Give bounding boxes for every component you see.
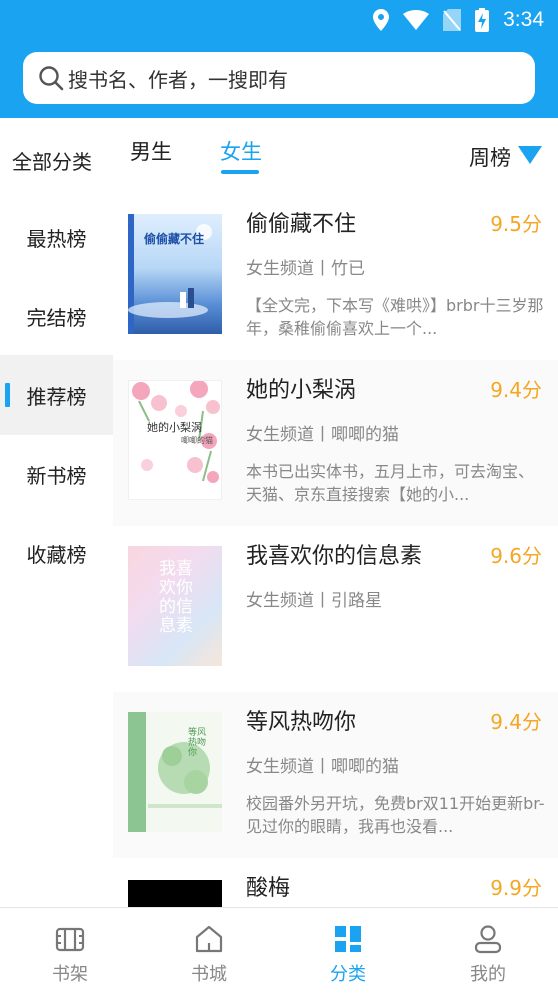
book-description: 本书已出实体书，五月上市，可去淘宝、天猫、京东直接搜索【她的小... <box>246 462 535 504</box>
bookshelf-icon <box>55 927 85 952</box>
sidebar-item-label: 收藏榜 <box>26 542 87 567</box>
status-bar: 3:34 <box>0 0 558 40</box>
book-description: 【全文完，下本写《难哄》】brbr十三岁那年，桑稚偷偷喜欢上一个... <box>246 296 544 338</box>
book-item[interactable]: 她的小梨涡 唧唧的猫 她的小梨涡 9.4分 女生频道丨唧唧的猫 本书已出实体书，… <box>113 360 558 526</box>
sidebar-item-label: 推荐榜 <box>26 384 87 409</box>
bottom-navigation: 书架 书城 分类 我的 <box>0 907 558 993</box>
book-meta: 女生频道丨竹已 <box>246 259 365 279</box>
book-meta: 女生频道丨唧唧的猫 <box>246 425 399 445</box>
nav-bookshelf[interactable]: 书架 <box>10 908 130 993</box>
nav-label: 我的 <box>470 964 506 985</box>
all-categories-label: 全部分类 <box>12 150 92 174</box>
sidebar-item-completed[interactable]: 完结榜 <box>0 276 113 356</box>
category-tabs-row: 全部分类 男生 女生 周榜 <box>0 118 558 194</box>
no-sim-icon <box>443 9 462 31</box>
sidebar-item-recommended[interactable]: 推荐榜 <box>0 355 113 435</box>
sidebar-item-label: 最热榜 <box>26 226 87 251</box>
book-score: 9.6分 <box>490 544 542 568</box>
nav-bookstore[interactable]: 书城 <box>149 908 269 993</box>
cover-title: 偷偷藏不住 <box>144 232 205 246</box>
cover-title: 等风热吻你 <box>188 728 207 758</box>
book-score: 9.4分 <box>490 710 542 734</box>
status-icons: 3:34 <box>373 6 544 34</box>
book-score: 9.5分 <box>490 212 542 236</box>
search-icon <box>39 66 64 91</box>
user-icon <box>474 925 502 954</box>
book-meta: 女生频道丨引路星 <box>246 591 382 611</box>
nav-categories[interactable]: 分类 <box>288 908 408 993</box>
book-title: 等风热吻你 <box>246 710 357 735</box>
tab-male[interactable]: 男生 <box>130 136 172 166</box>
ranking-sidebar: 最热榜 完结榜 推荐榜 新书榜 收藏榜 <box>0 194 113 907</box>
book-title: 我喜欢你的信息素 <box>246 544 423 569</box>
dropdown-triangle-icon[interactable] <box>518 146 542 164</box>
search-input[interactable]: 搜书名、作者，一搜即有 <box>23 52 535 104</box>
categories-icon <box>335 926 361 952</box>
sort-selector[interactable]: 周榜 <box>469 142 511 172</box>
book-cover: 她的小梨涡 唧唧的猫 <box>128 380 222 500</box>
book-cover: 等风热吻你 <box>128 712 222 832</box>
book-title: 她的小梨涡 <box>246 378 357 403</box>
sidebar-item-favorites[interactable]: 收藏榜 <box>0 513 113 593</box>
book-score: 9.4分 <box>490 378 542 402</box>
book-title: 酸梅 <box>246 876 291 901</box>
nav-label: 分类 <box>330 964 366 985</box>
book-score: 9.9分 <box>490 876 542 900</box>
cover-title: 我喜欢你的信息素 <box>159 559 193 636</box>
cover-author: 唧唧的猫 <box>181 436 213 445</box>
tab-female[interactable]: 女生 <box>220 136 262 166</box>
location-icon <box>373 9 390 31</box>
home-icon <box>195 925 223 953</box>
battery-icon <box>475 8 490 32</box>
book-meta: 女生频道丨唧唧的猫 <box>246 757 399 777</box>
sidebar-item-label: 新书榜 <box>26 463 87 488</box>
wifi-icon <box>403 10 430 30</box>
nav-label: 书城 <box>191 964 227 985</box>
sidebar-item-hot[interactable]: 最热榜 <box>0 197 113 277</box>
book-cover <box>128 880 222 907</box>
book-title: 偷偷藏不住 <box>246 212 357 237</box>
book-item[interactable]: 酸梅 9.9分 <box>113 858 558 907</box>
cover-title: 她的小梨涡 <box>147 421 202 434</box>
nav-label: 书架 <box>52 964 88 985</box>
book-item[interactable]: 我喜欢你的信息素 我喜欢你的信息素 9.6分 女生频道丨引路星 <box>113 526 558 692</box>
book-list: 偷偷藏不住 偷偷藏不住 9.5分 女生频道丨竹已 【全文完，下本写《难哄》】br… <box>113 194 558 907</box>
sidebar-item-new[interactable]: 新书榜 <box>0 434 113 514</box>
book-cover: 我喜欢你的信息素 <box>128 546 222 666</box>
book-item[interactable]: 等风热吻你 等风热吻你 9.4分 女生频道丨唧唧的猫 校园番外另开坑，免费br双… <box>113 692 558 858</box>
nav-profile[interactable]: 我的 <box>428 908 548 993</box>
cover-art <box>128 712 222 832</box>
book-description: 校园番外另开坑，免费br双11开始更新br-见过你的眼睛，我再也没看... <box>246 794 545 836</box>
sidebar-item-label: 完结榜 <box>26 305 87 330</box>
header: 3:34 搜书名、作者，一搜即有 <box>0 0 558 118</box>
status-time: 3:34 <box>503 8 544 31</box>
book-item[interactable]: 偷偷藏不住 偷偷藏不住 9.5分 女生频道丨竹已 【全文完，下本写《难哄》】br… <box>113 194 558 360</box>
tab-indicator <box>221 170 259 174</box>
book-cover: 偷偷藏不住 <box>128 214 222 334</box>
search-placeholder: 搜书名、作者，一搜即有 <box>68 67 288 92</box>
